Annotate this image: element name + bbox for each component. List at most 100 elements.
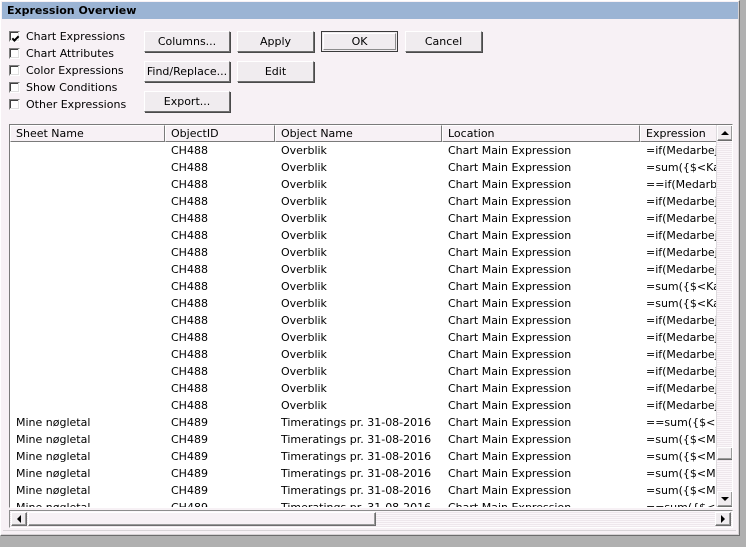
cancel-button[interactable]: Cancel [405, 31, 482, 52]
column-header-sheet-name[interactable]: Sheet Name [10, 125, 165, 142]
cell-expression: =sum({$<Medar [646, 450, 728, 463]
cell-sheet: Mine nøgletal [16, 416, 91, 429]
vertical-scrollbar[interactable] [716, 125, 732, 507]
table-row[interactable]: CH488 Overblik Chart Main Expression =if(Me… [10, 142, 732, 159]
checkbox-show-conditions[interactable] [9, 82, 20, 93]
cell-objid: CH488 [171, 399, 208, 412]
option-color-expressions[interactable]: Color Expressions [9, 62, 149, 79]
cell-expression: =if(Medarbejder [646, 399, 728, 412]
option-other-expressions[interactable]: Other Expressions [9, 96, 149, 113]
table-row[interactable]: CH488 Overblik Chart Main Expression ==if(M… [10, 176, 732, 193]
cell-objid: CH488 [171, 246, 208, 259]
cell-location: Chart Main Expression [448, 484, 572, 497]
table-row[interactable]: CH488 Overblik Chart Main Expression =if(Me… [10, 227, 732, 244]
scroll-right-arrow-icon [721, 515, 725, 523]
table-row[interactable]: CH488 Overblik Chart Main Expression =if(Me… [10, 312, 732, 329]
table-row[interactable]: CH488 Overblik Chart Main Expression =if(Me… [10, 380, 732, 397]
columns-button[interactable]: Columns... [144, 31, 230, 52]
cell-expression: =if(Medarbejder [646, 263, 728, 276]
table-row[interactable]: CH488 Overblik Chart Main Expression =sum({… [10, 159, 732, 176]
window-inner: Expression Overview Chart Expressions Ch… [1, 1, 739, 535]
cell-objname: Overblik [281, 365, 327, 378]
option-show-conditions[interactable]: Show Conditions [9, 79, 149, 96]
horizontal-scrollbar-thumb[interactable] [28, 512, 376, 526]
cell-sheet: Mine nøgletal [10, 499, 165, 507]
scroll-up-button[interactable] [717, 125, 732, 141]
table-row[interactable]: Mine nøgletalCH489Timeratings pr. 31-08-… [10, 431, 732, 448]
find-replace-button[interactable]: Find/Replace... [144, 61, 230, 82]
cell-expression: =sum({$<Kalend [646, 161, 728, 174]
cell-objid: CH488 [171, 178, 208, 191]
cell-location: Chart Main Expression [448, 246, 572, 259]
checkbox-color-expressions[interactable] [9, 65, 20, 76]
cell-objid: CH489 [171, 433, 208, 446]
table-row[interactable]: Mine nøgletalCH489Timeratings pr. 31-08-… [10, 499, 732, 507]
title-bar[interactable]: Expression Overview [2, 2, 738, 19]
table-row[interactable]: CH488 Overblik Chart Main Expression =if(Me… [10, 244, 732, 261]
column-header-object-id[interactable]: ObjectID [165, 125, 275, 142]
cell-objid: CH488 [171, 144, 208, 157]
scroll-down-button[interactable] [717, 491, 732, 507]
cell-location: Chart Main Expression [448, 348, 572, 361]
cell-objid: CH488 [171, 280, 208, 293]
table-row[interactable]: CH488 Overblik Chart Main Expression =if(Me… [10, 210, 732, 227]
checkbox-other-expressions[interactable] [9, 99, 20, 110]
table-row[interactable]: CH488 Overblik Chart Main Expression =sum({… [10, 295, 732, 312]
cell-location: Chart Main Expression [448, 144, 572, 157]
cell-sheet [10, 159, 165, 176]
checkbox-chart-attributes[interactable] [9, 48, 20, 59]
table-row[interactable]: CH488 Overblik Chart Main Expression =if(Me… [10, 193, 732, 210]
table-row[interactable]: CH488 Overblik Chart Main Expression =if(Me… [10, 329, 732, 346]
ok-button[interactable]: OK [321, 31, 398, 52]
cell-objname: Overblik [281, 297, 327, 310]
cell-objid: CH489 [171, 484, 208, 497]
cell-objid: CH488 [171, 348, 208, 361]
scroll-right-button[interactable] [715, 512, 731, 526]
table-body: CH488 Overblik Chart Main Expression =if(Me… [10, 142, 732, 507]
cell-objid: CH488 [171, 382, 208, 395]
option-chart-attributes[interactable]: Chart Attributes [9, 45, 149, 62]
cell-sheet [10, 329, 165, 346]
cell-objname: Overblik [281, 229, 327, 242]
checkbox-chart-expressions[interactable] [9, 31, 20, 42]
cell-objid: CH488 [171, 297, 208, 310]
cell-location: Chart Main Expression [448, 161, 572, 174]
cell-sheet [10, 176, 165, 193]
table-row[interactable]: CH488 Overblik Chart Main Expression =if(Me… [10, 346, 732, 363]
table-row[interactable]: CH488 Overblik Chart Main Expression =if(Me… [10, 261, 732, 278]
cell-objname: Overblik [281, 246, 327, 259]
cell-objid: CH488 [171, 229, 208, 242]
cell-location: Chart Main Expression [448, 382, 572, 395]
apply-button[interactable]: Apply [237, 31, 314, 52]
cell-objid: CH489 [165, 499, 275, 507]
column-header-expression[interactable]: Expression [640, 125, 728, 142]
cell-objid: CH488 [171, 331, 208, 344]
column-header-object-name[interactable]: Object Name [275, 125, 442, 142]
cell-objid: CH488 [171, 161, 208, 174]
cell-sheet: Mine nøgletal [16, 433, 91, 446]
option-chart-expressions[interactable]: Chart Expressions [9, 28, 149, 45]
edit-button[interactable]: Edit [237, 61, 314, 82]
vertical-scrollbar-thumb[interactable] [717, 447, 732, 460]
table-row[interactable]: CH488 Overblik Chart Main Expression =sum({… [10, 278, 732, 295]
cell-location: Chart Main Expression [448, 450, 572, 463]
table-row[interactable]: CH488 Overblik Chart Main Expression =if(Me… [10, 397, 732, 414]
cell-expression: =sum({$<Kalend [646, 297, 728, 310]
export-button[interactable]: Export... [144, 91, 230, 112]
table-row[interactable]: Mine nøgletalCH489Timeratings pr. 31-08-… [10, 448, 732, 465]
horizontal-scrollbar[interactable] [9, 510, 733, 528]
table-row[interactable]: Mine nøgletalCH489Timeratings pr. 31-08-… [10, 414, 732, 431]
cell-expression: =if(Medarbejder [646, 144, 728, 157]
cell-sheet [10, 295, 165, 312]
option-label-other-expressions: Other Expressions [26, 98, 127, 111]
table-row[interactable]: Mine nøgletalCH489Timeratings pr. 31-08-… [10, 482, 732, 499]
cell-expression: =if(Medarbejder [646, 365, 728, 378]
cell-expression: =if(Medarbejder [646, 195, 728, 208]
scroll-left-arrow-icon [17, 515, 21, 523]
table-row[interactable]: Mine nøgletalCH489Timeratings pr. 31-08-… [10, 465, 732, 482]
column-header-location[interactable]: Location [442, 125, 640, 142]
cell-location: Chart Main Expression [448, 331, 572, 344]
table-row[interactable]: CH488 Overblik Chart Main Expression =if(Me… [10, 363, 732, 380]
option-label-color-expressions: Color Expressions [26, 64, 124, 77]
scroll-left-button[interactable] [11, 512, 27, 526]
